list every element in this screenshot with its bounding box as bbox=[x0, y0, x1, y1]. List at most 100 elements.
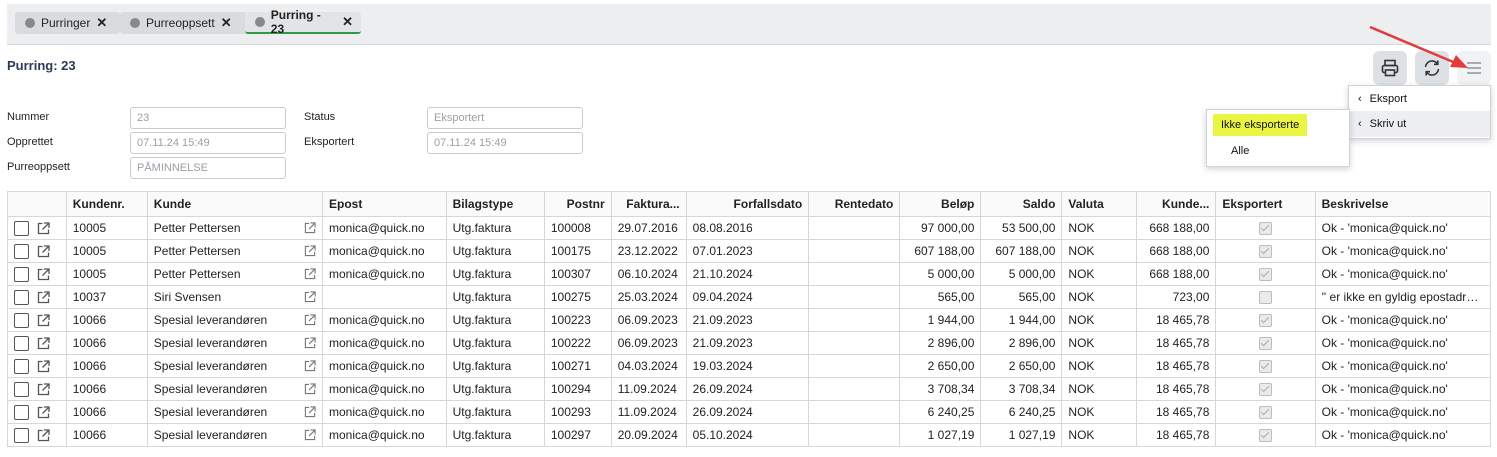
tab-label: Purreoppsett bbox=[146, 16, 215, 30]
column-header[interactable]: Kunde bbox=[146, 191, 324, 217]
open-customer-icon[interactable] bbox=[304, 222, 316, 234]
close-icon[interactable]: ✕ bbox=[96, 15, 107, 31]
customer-name: Spesial leverandøren bbox=[153, 382, 268, 396]
customer-balance-cell: 18 465,78 bbox=[1136, 423, 1217, 447]
currency-cell: NOK bbox=[1061, 216, 1138, 240]
open-customer-icon[interactable] bbox=[304, 383, 316, 395]
customer-name-cell: Spesial leverandøren bbox=[146, 423, 324, 447]
row-checkbox[interactable] bbox=[14, 289, 29, 305]
amount-cell: 6 240,25 bbox=[899, 400, 982, 424]
nummer-field[interactable]: 23 bbox=[130, 107, 286, 129]
table-row[interactable]: 10066 Spesial leverandøren monica@quick.no… bbox=[7, 423, 1492, 447]
open-external-icon[interactable] bbox=[37, 383, 50, 396]
open-customer-icon[interactable] bbox=[304, 291, 316, 303]
tab-purreoppsett[interactable]: Purreoppsett ✕ bbox=[120, 12, 246, 34]
submenu: Ikke eksporterte Alle bbox=[1206, 109, 1350, 167]
customer-name-cell: Spesial leverandøren bbox=[146, 377, 324, 401]
open-customer-icon[interactable] bbox=[304, 429, 316, 441]
open-external-icon[interactable] bbox=[37, 314, 50, 327]
open-external-icon[interactable] bbox=[37, 360, 50, 373]
open-external-icon[interactable] bbox=[37, 245, 50, 258]
row-checkbox[interactable] bbox=[14, 427, 29, 443]
table-row[interactable]: 10066 Spesial leverandøren monica@quick.no… bbox=[7, 400, 1492, 424]
table-row[interactable]: 10005 Petter Pettersen monica@quick.no Utg.… bbox=[7, 262, 1492, 286]
row-checkbox[interactable] bbox=[14, 358, 29, 374]
table-row[interactable]: 10066 Spesial leverandøren monica@quick.no… bbox=[7, 354, 1492, 378]
voucher-number-cell: 100008 bbox=[543, 216, 612, 240]
column-header[interactable]: Kunde... bbox=[1136, 191, 1217, 217]
table-row[interactable]: 10066 Spesial leverandøren monica@quick.no… bbox=[7, 308, 1492, 332]
column-header[interactable]: Postnr bbox=[543, 191, 612, 217]
due-date-cell: 07.01.2023 bbox=[685, 239, 810, 263]
eksportert-field[interactable]: 07.11.24 15:49 bbox=[427, 132, 583, 154]
row-checkbox[interactable] bbox=[14, 220, 29, 236]
amount-cell: 5 000,00 bbox=[899, 262, 982, 286]
column-header[interactable]: Rentedato bbox=[808, 191, 901, 217]
row-checkbox[interactable] bbox=[14, 335, 29, 351]
row-checkbox[interactable] bbox=[14, 404, 29, 420]
interest-date-cell bbox=[808, 216, 901, 240]
table-row[interactable]: 10005 Petter Pettersen monica@quick.no Utg.… bbox=[7, 239, 1492, 263]
open-external-icon[interactable] bbox=[37, 268, 50, 281]
open-customer-icon[interactable] bbox=[304, 245, 316, 257]
open-external-icon[interactable] bbox=[37, 337, 50, 350]
column-header[interactable]: Faktura... bbox=[610, 191, 687, 217]
exported-cell bbox=[1215, 331, 1316, 355]
interest-date-cell bbox=[808, 239, 901, 263]
menu-item-skriv-ut[interactable]: ‹ Skriv ut bbox=[1349, 111, 1490, 137]
table-row[interactable]: 10066 Spesial leverandøren monica@quick.no… bbox=[7, 331, 1492, 355]
column-header[interactable]: Bilagstype bbox=[445, 191, 545, 217]
row-checkbox[interactable] bbox=[14, 243, 29, 259]
due-date-cell: 26.09.2024 bbox=[685, 400, 810, 424]
close-icon[interactable]: ✕ bbox=[342, 14, 353, 30]
customer-number-cell: 10066 bbox=[65, 423, 148, 447]
column-header[interactable]: Eksportert bbox=[1215, 191, 1316, 217]
close-icon[interactable]: ✕ bbox=[221, 15, 232, 31]
open-customer-icon[interactable] bbox=[304, 406, 316, 418]
open-customer-icon[interactable] bbox=[304, 360, 316, 372]
invoice-date-cell: 04.03.2024 bbox=[610, 354, 687, 378]
tab-purringer[interactable]: Purringer ✕ bbox=[15, 12, 120, 34]
tab-purring-23[interactable]: Purring - 23 ✕ bbox=[245, 8, 361, 36]
open-external-icon[interactable] bbox=[37, 429, 50, 442]
table-row[interactable]: 10005 Petter Pettersen monica@quick.no Utg.… bbox=[7, 216, 1492, 240]
balance-cell: 1 944,00 bbox=[980, 308, 1063, 332]
menu-item-label: Eksport bbox=[1369, 93, 1407, 105]
customer-name: Spesial leverandøren bbox=[153, 359, 268, 373]
column-header[interactable]: Valuta bbox=[1061, 191, 1138, 217]
exported-checkbox bbox=[1259, 383, 1272, 397]
amount-cell: 565,00 bbox=[899, 285, 982, 309]
row-checkbox[interactable] bbox=[14, 266, 29, 282]
column-header[interactable]: Forfallsdato bbox=[685, 191, 810, 217]
open-customer-icon[interactable] bbox=[304, 337, 316, 349]
refresh-button[interactable] bbox=[1415, 51, 1449, 85]
customer-name-cell: Spesial leverandøren bbox=[146, 354, 324, 378]
row-select-cell bbox=[7, 262, 67, 286]
open-customer-icon[interactable] bbox=[304, 268, 316, 280]
interest-date-cell bbox=[808, 354, 901, 378]
row-checkbox[interactable] bbox=[14, 312, 29, 328]
submenu-item-ikke-eksporterte[interactable]: Ikke eksporterte bbox=[1207, 112, 1349, 138]
open-external-icon[interactable] bbox=[37, 291, 50, 304]
open-customer-icon[interactable] bbox=[304, 314, 316, 326]
column-header[interactable]: Kundenr. bbox=[65, 191, 148, 217]
submenu-item-alle[interactable]: Alle bbox=[1207, 138, 1349, 164]
row-checkbox[interactable] bbox=[14, 381, 29, 397]
table-row[interactable]: 10066 Spesial leverandøren monica@quick.no… bbox=[7, 377, 1492, 401]
column-header[interactable]: Beløp bbox=[899, 191, 982, 217]
column-header[interactable]: Epost bbox=[322, 191, 447, 217]
opprettet-field[interactable]: 07.11.24 15:49 bbox=[130, 132, 286, 154]
email-cell: monica@quick.no bbox=[322, 239, 447, 263]
print-button[interactable] bbox=[1373, 51, 1407, 85]
menu-button[interactable] bbox=[1457, 51, 1491, 85]
column-header[interactable]: Beskrivelse bbox=[1314, 191, 1492, 217]
open-external-icon[interactable] bbox=[37, 222, 50, 235]
voucher-type-cell: Utg.faktura bbox=[445, 354, 545, 378]
table-row[interactable]: 10037 Siri Svensen Utg.faktura 100275 25.03.… bbox=[7, 285, 1492, 309]
column-header[interactable]: Saldo bbox=[980, 191, 1063, 217]
open-external-icon[interactable] bbox=[37, 406, 50, 419]
menu-item-eksport[interactable]: ‹ Eksport bbox=[1349, 86, 1490, 112]
status-field[interactable]: Eksportert bbox=[427, 107, 583, 129]
table-header-row: Kundenr. Kunde Epost Bilagstype Postnr F… bbox=[7, 191, 1492, 217]
purreoppsett-field[interactable]: PÅMINNELSE bbox=[130, 157, 286, 179]
